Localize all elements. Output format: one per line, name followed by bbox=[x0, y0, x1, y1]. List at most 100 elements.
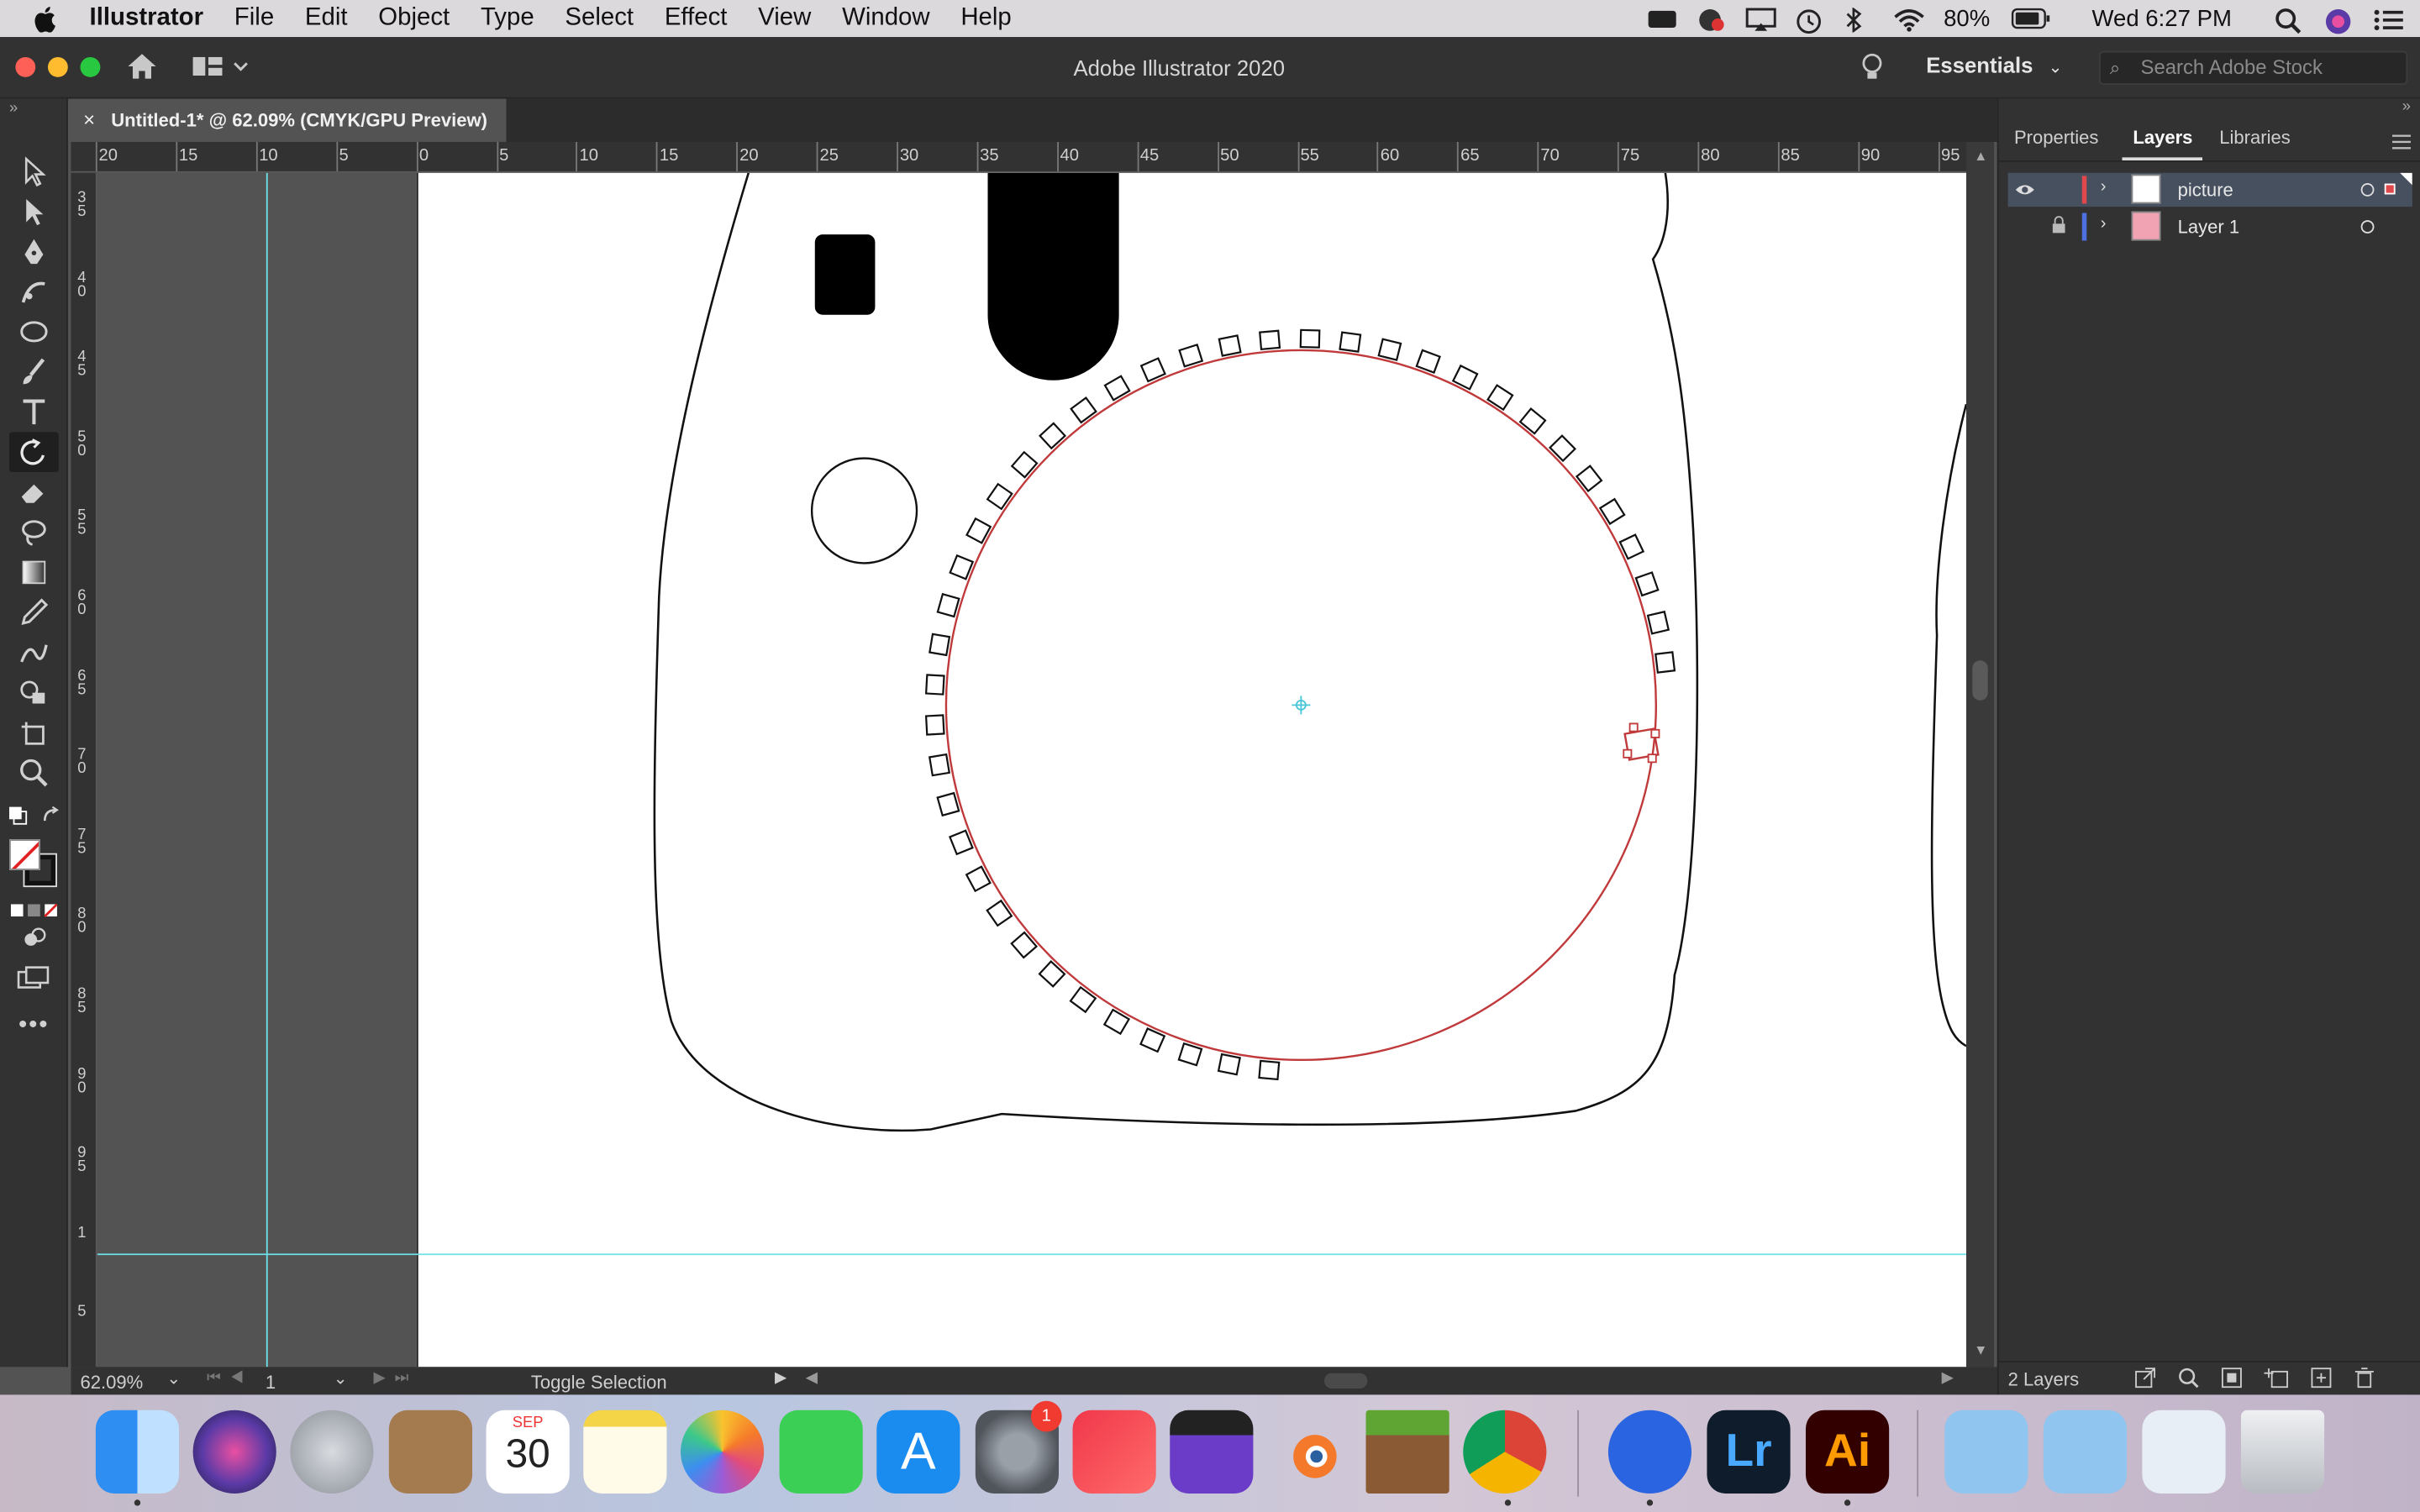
adjacent-camera-outline[interactable] bbox=[1930, 403, 1966, 1047]
scroll-down-arrow-icon[interactable]: ▼ bbox=[1974, 1342, 1987, 1357]
panel-collapse-icon[interactable]: » bbox=[9, 100, 18, 117]
lens-tick[interactable] bbox=[1377, 338, 1402, 361]
artboard-dropdown-icon[interactable]: ⌄ bbox=[334, 1368, 348, 1389]
selection-tool-icon[interactable] bbox=[17, 155, 50, 188]
cc-sync-icon[interactable] bbox=[1697, 8, 1725, 31]
bluetooth-icon[interactable] bbox=[1845, 7, 1873, 34]
menu-help[interactable]: Help bbox=[960, 0, 1011, 37]
finder-icon[interactable] bbox=[95, 1410, 180, 1494]
lens-tick[interactable] bbox=[1634, 571, 1660, 597]
lens-tick[interactable] bbox=[1646, 610, 1670, 635]
lens-tick[interactable] bbox=[936, 791, 960, 817]
panel-collapse-icon[interactable]: » bbox=[2402, 99, 2411, 116]
lens-tick[interactable] bbox=[1258, 1059, 1281, 1081]
expand-chevron-icon[interactable]: › bbox=[2101, 214, 2107, 233]
eraser-tool-icon[interactable] bbox=[17, 475, 50, 509]
close-tab-icon[interactable]: × bbox=[83, 99, 95, 142]
lens-tick[interactable] bbox=[928, 753, 951, 777]
lens-tick[interactable] bbox=[1178, 344, 1204, 368]
target-circle-icon[interactable] bbox=[2360, 182, 2375, 197]
menu-effect[interactable]: Effect bbox=[665, 0, 728, 37]
menu-edit[interactable]: Edit bbox=[305, 0, 348, 37]
discover-lightbulb-icon[interactable] bbox=[1860, 52, 1884, 83]
apple-menu-icon[interactable] bbox=[34, 6, 55, 33]
downloads-folder-icon[interactable] bbox=[1944, 1410, 2028, 1494]
expand-chevron-icon[interactable]: › bbox=[2101, 177, 2107, 196]
swap-colors-icon[interactable] bbox=[40, 806, 62, 827]
artboard-number-field[interactable]: 1 bbox=[266, 1370, 327, 1394]
horizontal-scroll-thumb[interactable] bbox=[1323, 1373, 1368, 1389]
lens-tick[interactable] bbox=[929, 633, 951, 657]
blender-icon[interactable] bbox=[1269, 1410, 1352, 1494]
photos-icon[interactable] bbox=[681, 1410, 765, 1494]
artwork[interactable] bbox=[97, 172, 1966, 1368]
facetime-icon[interactable] bbox=[779, 1410, 863, 1494]
curvature-tool-icon[interactable] bbox=[17, 275, 50, 308]
vertical-scrollbar[interactable]: ▲ ▼ bbox=[1966, 141, 1995, 1368]
gradient-tool-icon[interactable] bbox=[17, 555, 50, 589]
pen-tool-icon[interactable] bbox=[17, 234, 50, 268]
direct-selection-tool-icon[interactable] bbox=[17, 194, 50, 228]
tab-layers[interactable]: Layers bbox=[2133, 127, 2192, 149]
layer-row-layer-1[interactable]: › Layer 1 bbox=[2008, 210, 2412, 244]
launchpad-icon[interactable] bbox=[290, 1410, 374, 1494]
tab-libraries[interactable]: Libraries bbox=[2219, 127, 2291, 149]
zoom-dropdown-icon[interactable]: ⌄ bbox=[166, 1368, 181, 1389]
app-store-icon[interactable]: A bbox=[876, 1410, 960, 1494]
artboard-tool-icon[interactable] bbox=[17, 716, 50, 749]
lens-tick[interactable] bbox=[1415, 349, 1441, 374]
menu-app-name[interactable]: Illustrator bbox=[90, 0, 204, 37]
vertical-ruler[interactable]: 3 5 4 0 4 5 5 0 5 5 6 0 6 5 7 0 7 5 8 0 8 5 9 0 9 5 1… bbox=[71, 172, 97, 1368]
notification-center-icon[interactable] bbox=[2374, 8, 2403, 30]
canvas-area[interactable] bbox=[97, 172, 1966, 1368]
type-tool-icon[interactable] bbox=[17, 395, 50, 428]
create-sublayer-icon[interactable] bbox=[2264, 1367, 2288, 1389]
wifi-icon[interactable] bbox=[1894, 8, 1925, 32]
shape-builder-icon[interactable] bbox=[17, 675, 50, 709]
pencil-app-icon[interactable] bbox=[1607, 1410, 1692, 1494]
tab-properties[interactable]: Properties bbox=[2014, 127, 2098, 149]
creative-cloud-status-icon[interactable] bbox=[1647, 8, 1677, 29]
camera-body-outline[interactable] bbox=[653, 172, 1699, 1132]
screen-mode-icon[interactable] bbox=[17, 966, 50, 990]
calendar-icon[interactable]: SEP 30 bbox=[486, 1410, 570, 1494]
chrome-icon[interactable] bbox=[1463, 1410, 1547, 1494]
illustrator-icon[interactable]: Ai bbox=[1805, 1410, 1890, 1494]
status-text[interactable]: Toggle Selection bbox=[531, 1370, 667, 1394]
status-menu-arrow-icon[interactable]: ▶ bbox=[775, 1370, 786, 1387]
notes-icon[interactable] bbox=[583, 1410, 667, 1494]
zoom-level-field[interactable]: 62.09% bbox=[81, 1370, 180, 1394]
target-circle-icon[interactable] bbox=[2360, 219, 2375, 234]
menu-select[interactable]: Select bbox=[565, 0, 634, 37]
airplay-icon[interactable] bbox=[1746, 8, 1777, 31]
scroll-right-arrow-icon[interactable]: ▶ bbox=[1942, 1370, 1954, 1387]
menu-clock[interactable]: Wed 6:27 PM bbox=[2091, 5, 2231, 31]
vertical-scroll-thumb[interactable] bbox=[1972, 660, 1988, 701]
contacts-icon[interactable] bbox=[388, 1410, 473, 1494]
make-clipping-mask-icon[interactable] bbox=[2221, 1367, 2243, 1389]
lasso-tool-icon[interactable] bbox=[17, 515, 50, 549]
menu-file[interactable]: File bbox=[234, 0, 274, 37]
lens-tick[interactable] bbox=[1339, 331, 1362, 353]
paintbrush-tool-icon[interactable] bbox=[17, 354, 50, 388]
lens-tick[interactable] bbox=[1177, 1042, 1203, 1067]
rotate-origin-marker[interactable] bbox=[1292, 696, 1311, 715]
workspace-switcher[interactable]: Essentials ⌄ bbox=[1926, 52, 2062, 76]
minecraft-icon[interactable] bbox=[1365, 1410, 1449, 1494]
artboard-nav-first-prev-icon[interactable]: ⏮◀ bbox=[207, 1370, 253, 1387]
adobe-stock-search-input[interactable]: ⌕ Search Adobe Stock bbox=[2098, 50, 2408, 86]
flash-circle[interactable] bbox=[810, 457, 918, 564]
lens-tick[interactable] bbox=[924, 714, 945, 736]
fill-swatch[interactable] bbox=[9, 839, 40, 870]
lock-icon[interactable] bbox=[2051, 216, 2066, 234]
artboard-nav-next-last-icon[interactable]: ▶⏭ bbox=[373, 1370, 418, 1387]
viewfinder-rect[interactable] bbox=[814, 234, 876, 315]
blend-tool-icon[interactable] bbox=[17, 636, 50, 669]
draw-mode-icon[interactable] bbox=[22, 926, 46, 950]
eye-visibility-icon[interactable] bbox=[2014, 182, 2036, 197]
siri-app-icon[interactable] bbox=[192, 1410, 276, 1494]
panel-menu-icon[interactable] bbox=[2391, 129, 2411, 150]
lens-tick[interactable] bbox=[936, 592, 960, 618]
lens-tick[interactable] bbox=[1218, 334, 1242, 357]
trash-icon[interactable] bbox=[2240, 1410, 2325, 1494]
